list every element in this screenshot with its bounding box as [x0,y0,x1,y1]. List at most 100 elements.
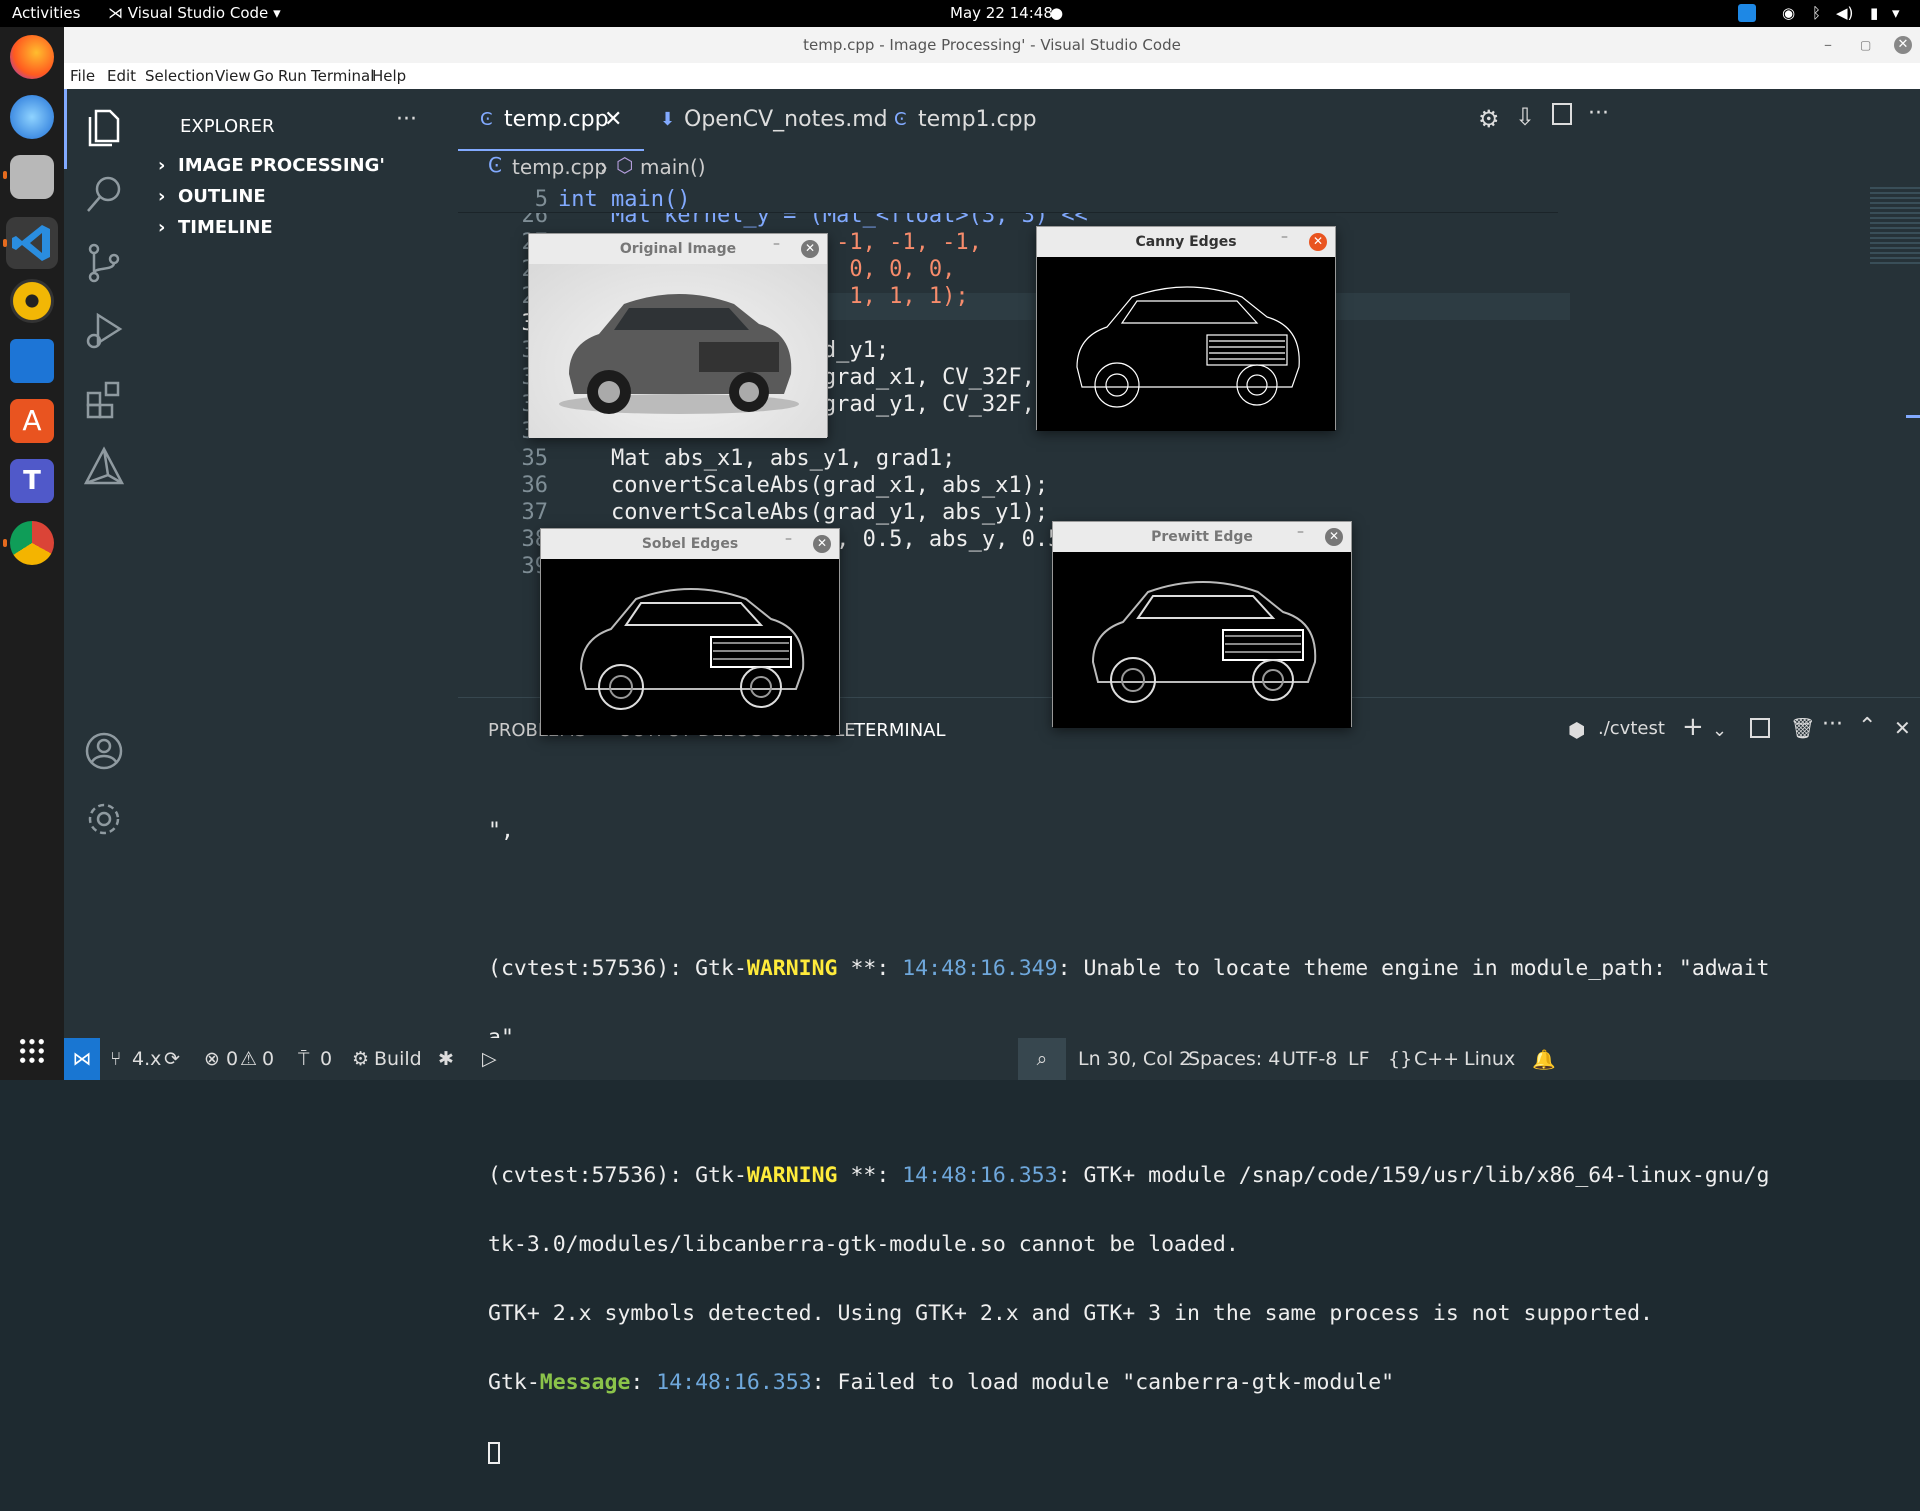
menu-selection[interactable]: Selection [145,67,214,85]
wifi-icon[interactable]: ◉ [1782,4,1795,22]
bluetooth-icon[interactable]: ᛒ [1812,4,1821,22]
branch-name[interactable]: 4.x [132,1048,161,1070]
volume-icon[interactable]: ◀) [1836,4,1853,22]
trash-icon[interactable]: 🗑 [1790,716,1815,740]
build-button[interactable]: Build [374,1048,422,1070]
extensions-icon[interactable] [82,377,126,421]
menu-file[interactable]: File [70,67,95,85]
account-icon[interactable] [82,729,126,773]
cv-window-prewitt[interactable]: Prewitt Edge – ✕ [1052,521,1352,728]
menu-edit[interactable]: Edit [107,67,136,85]
split-terminal-icon[interactable] [1750,718,1770,738]
system-menu-chevron-icon[interactable]: ▾ [1892,4,1900,22]
cv-window-original[interactable]: Original Image – ✕ [528,233,828,438]
search-icon[interactable] [82,173,126,217]
explorer-section-folder[interactable]: › IMAGE PROCESSING' [158,155,385,176]
writer-icon[interactable] [10,339,54,383]
minimize-icon[interactable]: – [785,531,792,547]
show-applications-icon[interactable] [18,1037,46,1065]
app-menu[interactable]: ⋊ Visual Studio Code ▾ [108,4,281,22]
zoom-icon[interactable]: ⌕ [1018,1038,1066,1080]
vscode-small-icon: ⋊ [108,4,128,22]
download-icon[interactable]: ⇩ [1515,103,1535,131]
scrollbar-indicator[interactable] [1906,415,1920,418]
tab-terminal[interactable]: TERMINAL [854,720,946,741]
cv-window-canny[interactable]: Canny Edges – ✕ [1036,226,1336,431]
thunderbird-icon[interactable] [10,95,54,139]
vscode-dock-icon[interactable] [6,217,58,269]
more-actions-icon[interactable]: ··· [1588,101,1609,126]
cv-window-sobel[interactable]: Sobel Edges – ✕ [540,528,840,735]
teams-icon[interactable]: T [10,459,54,503]
window-titlebar[interactable]: temp.cpp - Image Processing' - Visual St… [64,27,1920,63]
chrome-icon[interactable] [10,521,54,565]
menu-run[interactable]: Run [278,67,307,85]
error-count[interactable]: 0 [226,1048,238,1070]
minimize-icon[interactable]: – [1297,524,1304,540]
explorer-section-outline[interactable]: › OUTLINE [158,186,266,207]
explorer-section-timeline[interactable]: › TIMELINE [158,217,273,238]
language-mode[interactable]: C++ [1414,1048,1459,1070]
minimize-icon[interactable]: – [1824,27,1832,63]
maximize-panel-icon[interactable]: ⌃ [1858,714,1876,739]
screen-sharing-icon[interactable] [1738,4,1756,22]
cmake-settings-icon[interactable]: ⚙ [1478,105,1500,133]
menu-go[interactable]: Go [253,67,274,85]
cpp-file-icon: Ͼ [488,153,502,177]
close-icon[interactable]: ✕ [813,535,831,553]
ports-count[interactable]: 0 [320,1048,332,1070]
tab-temp-cpp[interactable]: Ͼ temp.cpp ✕ [458,89,644,151]
minimap[interactable] [1870,187,1920,267]
menu-terminal[interactable]: Terminal [311,67,374,85]
minimize-icon[interactable]: – [773,236,780,252]
close-panel-icon[interactable]: ✕ [1894,716,1911,740]
close-icon[interactable]: ✕ [1325,528,1343,546]
chevron-down-icon[interactable]: ⌄ [1712,720,1727,741]
explorer-icon[interactable] [82,105,126,149]
code-line: int main() [558,187,691,212]
tab-opencv-notes[interactable]: ⬇ OpenCV_notes.md [644,89,888,151]
breadcrumb-symbol[interactable]: main() [640,155,706,179]
firefox-icon[interactable] [10,35,54,79]
rhythmbox-icon[interactable] [10,279,54,323]
indentation[interactable]: Spaces: 4 [1188,1048,1280,1070]
braces-icon: {} [1388,1048,1413,1070]
explorer-more-icon[interactable]: ··· [396,107,417,132]
warning-count[interactable]: 0 [262,1048,274,1070]
close-icon[interactable]: ✕ [1309,233,1327,251]
maximize-icon[interactable]: ▢ [1860,27,1871,63]
files-icon[interactable] [10,155,54,199]
more-actions-icon[interactable]: ··· [1822,712,1843,737]
source-control-icon[interactable] [82,241,126,285]
terminal-name[interactable]: ./cvtest [1598,718,1665,739]
new-terminal-icon[interactable]: + [1682,712,1704,742]
run-icon[interactable]: ▷ [482,1048,497,1070]
split-editor-icon[interactable] [1552,103,1572,125]
debug-icon[interactable]: ✱ [438,1048,454,1070]
branch-icon: ⑂ [110,1048,122,1070]
cursor-position[interactable]: Ln 30, Col 2 [1078,1048,1191,1070]
minimize-icon[interactable]: – [1281,229,1288,245]
clock[interactable]: May 22 14:48 [950,4,1053,22]
encoding[interactable]: UTF-8 [1282,1048,1337,1070]
app-center-icon[interactable]: A [10,399,54,443]
sync-icon[interactable]: ⟳ [164,1048,180,1070]
close-icon[interactable]: ✕ [1894,36,1912,54]
activities-button[interactable]: Activities [12,4,80,22]
terminal-output[interactable]: ", (cvtest:57536): Gtk-WARNING **: 14:48… [488,773,1888,1510]
run-debug-icon[interactable] [82,309,126,353]
battery-icon[interactable]: ▮ [1870,4,1878,22]
tab-close-icon[interactable]: ✕ [604,89,622,151]
platform[interactable]: Linux [1464,1048,1515,1070]
close-icon[interactable]: ✕ [801,240,819,258]
settings-gear-icon[interactable] [82,797,126,841]
cmake-icon[interactable] [82,445,126,489]
end-of-line[interactable]: LF [1348,1048,1370,1070]
tab-temp1-cpp[interactable]: Ͼ temp1.cpp [874,89,1054,151]
remote-indicator[interactable]: ⋈ [64,1038,100,1080]
cpp-file-icon: Ͼ [894,109,907,130]
breadcrumb-file[interactable]: temp.cpp [512,155,607,179]
notifications-bell-icon[interactable]: 🔔 [1532,1048,1556,1071]
menu-view[interactable]: View [215,67,251,85]
menu-help[interactable]: Help [372,67,406,85]
